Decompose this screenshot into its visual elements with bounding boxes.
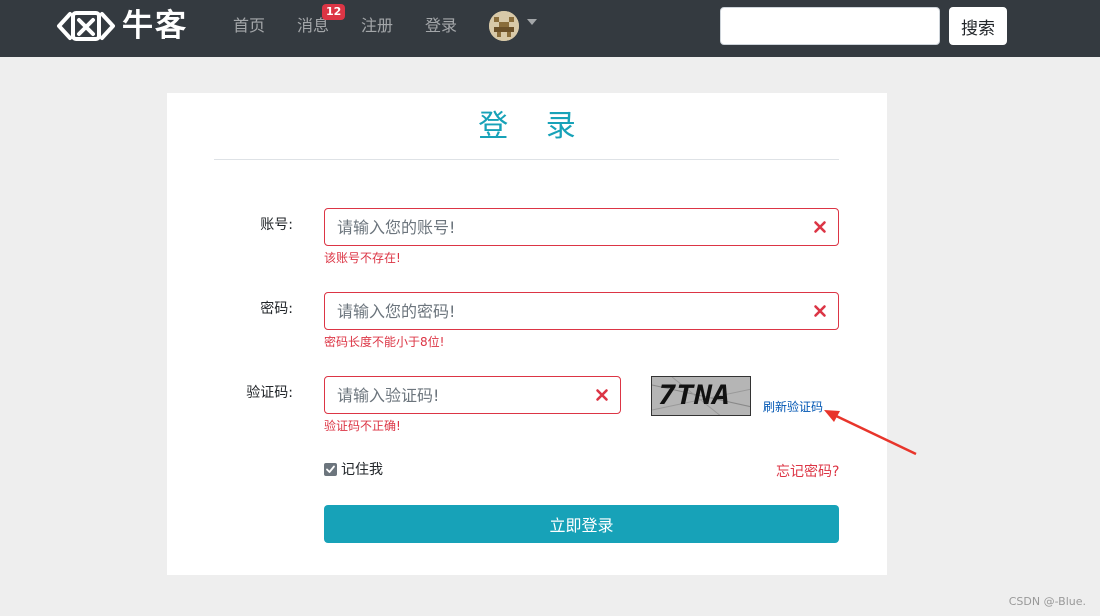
refresh-captcha-link[interactable]: 刷新验证码 (763, 399, 823, 415)
forgot-password-link[interactable]: 忘记密码? (776, 461, 839, 481)
close-icon[interactable] (595, 388, 609, 402)
nav-link-login[interactable]: 登录 (425, 15, 457, 37)
nav-link-register[interactable]: 注册 (361, 15, 393, 37)
password-input[interactable] (324, 292, 839, 330)
page-title: 登 录 (478, 109, 590, 144)
avatar-icon (489, 11, 519, 41)
captcha-image[interactable]: 7TNA (651, 376, 751, 416)
close-icon[interactable] (813, 304, 827, 318)
login-card: 登 录 账号: 该账号不存在! 密码: 密码长度不能小于8位! 验证码: 验证码… (167, 93, 887, 575)
search-button[interactable]: 搜索 (949, 7, 1007, 45)
remember-me-checkbox[interactable] (324, 462, 337, 476)
logo-text: 牛客 (122, 8, 188, 44)
captcha-label: 验证码: (246, 385, 293, 401)
remember-me-label[interactable]: 记住我 (341, 459, 383, 479)
annotation-arrow-icon (824, 410, 917, 456)
top-navbar: 牛客 首页 消息 12 注册 登录 搜索 (0, 0, 1100, 57)
title-divider (214, 159, 839, 160)
message-count-badge: 12 (322, 4, 346, 20)
password-label: 密码: (260, 301, 293, 317)
search-input[interactable] (720, 7, 940, 45)
remember-me[interactable]: 记住我 (324, 459, 383, 479)
check-icon (326, 465, 335, 473)
logo-icon (57, 11, 115, 41)
logo[interactable]: 牛客 (56, 6, 188, 46)
user-avatar[interactable] (489, 11, 519, 41)
account-label: 账号: (260, 217, 293, 233)
captcha-error: 验证码不正确! (324, 419, 401, 433)
close-icon[interactable] (813, 220, 827, 234)
captcha-text: 7TNA (658, 379, 731, 412)
password-error: 密码长度不能小于8位! (324, 335, 445, 349)
account-input[interactable] (324, 208, 839, 246)
nav-link-home[interactable]: 首页 (233, 15, 265, 37)
account-error: 该账号不存在! (324, 251, 401, 265)
captcha-input[interactable] (324, 376, 621, 414)
chevron-down-icon[interactable] (527, 19, 537, 25)
login-submit-button[interactable]: 立即登录 (324, 505, 839, 543)
watermark: CSDN @-Blue. (1008, 595, 1086, 608)
